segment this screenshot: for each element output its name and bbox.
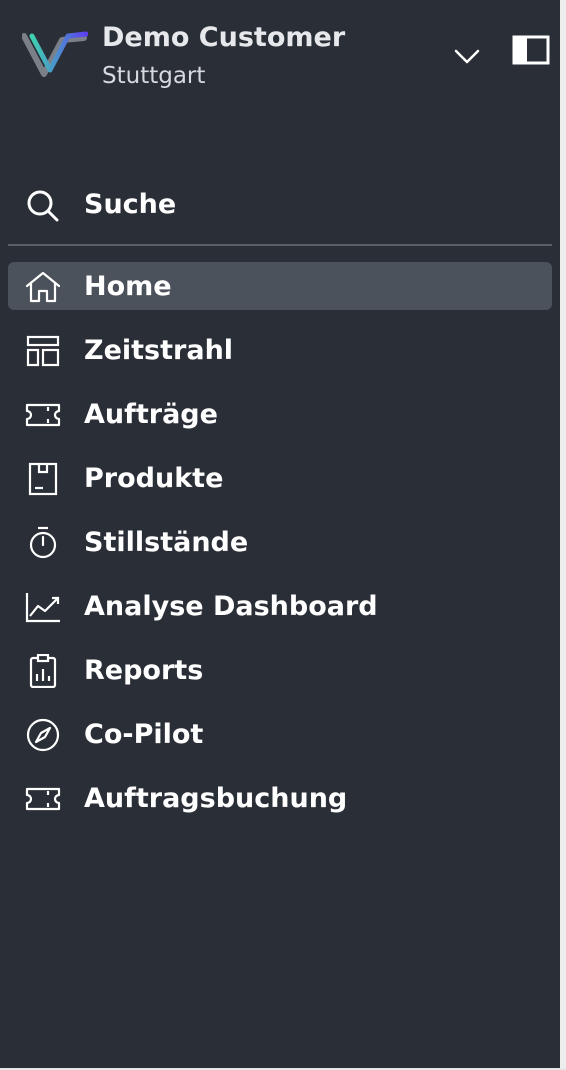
nav-item-label: Reports [84, 655, 204, 686]
clipboard-report-icon [24, 654, 62, 688]
chart-line-icon [24, 590, 62, 624]
nav-item-auftraege[interactable]: Aufträge [8, 390, 552, 438]
nav-item-stillstaende[interactable]: Stillstände [8, 518, 552, 566]
ticket-icon [24, 782, 62, 816]
nav-item-produkte[interactable]: Produkte [8, 454, 552, 502]
product-box-icon [24, 462, 62, 496]
main-nav: Home Zeitstrahl Aufträge Produkte Stills… [8, 262, 552, 838]
org-switcher[interactable]: Demo Customer Stuttgart [0, 0, 560, 110]
nav-item-analyse-dashboard[interactable]: Analyse Dashboard [8, 582, 552, 630]
nav-item-label: Aufträge [84, 399, 218, 430]
stopwatch-icon [24, 526, 62, 560]
sidebar: Demo Customer Stuttgart Suche Home Zeits… [0, 0, 566, 1070]
compass-icon [24, 718, 62, 752]
nav-item-zeitstrahl[interactable]: Zeitstrahl [8, 326, 552, 374]
chevron-down-icon[interactable] [452, 42, 482, 72]
org-city: Stuttgart [102, 63, 206, 89]
search-icon [24, 188, 62, 222]
nav-item-label: Analyse Dashboard [84, 591, 378, 622]
search-label: Suche [84, 189, 177, 220]
sidebar-toggle-icon[interactable] [512, 33, 550, 67]
brand-v-logo-icon [22, 30, 88, 80]
nav-item-reports[interactable]: Reports [8, 646, 552, 694]
timeline-icon [24, 334, 62, 368]
content-edge [560, 0, 566, 1070]
nav-item-label: Co-Pilot [84, 719, 204, 750]
ticket-icon [24, 398, 62, 432]
divider [8, 244, 552, 246]
nav-item-label: Home [84, 271, 172, 302]
home-icon [24, 270, 62, 304]
nav-item-label: Auftragsbuchung [84, 783, 348, 814]
nav-item-label: Zeitstrahl [84, 335, 234, 366]
nav-item-home[interactable]: Home [8, 262, 552, 310]
nav-item-co-pilot[interactable]: Co-Pilot [8, 710, 552, 758]
search-button[interactable]: Suche [8, 180, 552, 230]
nav-item-label: Stillstände [84, 527, 249, 558]
nav-item-auftragsbuchung[interactable]: Auftragsbuchung [8, 774, 552, 822]
org-name: Demo Customer [102, 22, 346, 53]
nav-item-label: Produkte [84, 463, 224, 494]
